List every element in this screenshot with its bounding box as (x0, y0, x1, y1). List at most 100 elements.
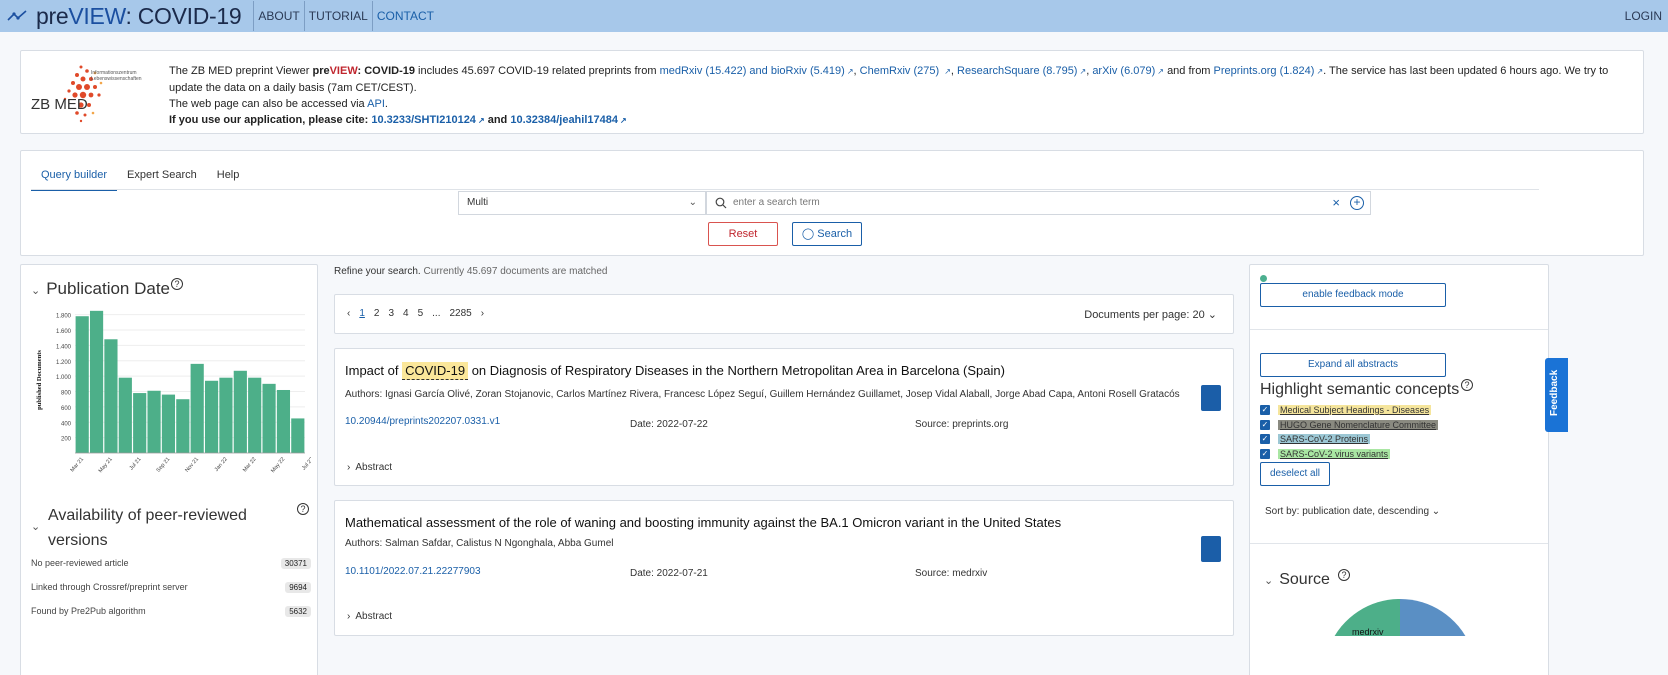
cite-doi-2-link[interactable]: 10.32384/jeahil17484 (510, 114, 618, 126)
document-title[interactable]: Mathematical assessment of the role of w… (345, 515, 1061, 530)
search-panel: Query builder Expert Search Help Multi ⌄… (20, 150, 1644, 256)
concept-checkbox-hugo[interactable]: ✓ HUGO Gene Nomenclature Committee (1260, 418, 1439, 431)
y-tick-label: 200 (61, 437, 72, 443)
bar (276, 389, 291, 453)
checkbox-checked-icon[interactable]: ✓ (1260, 433, 1270, 444)
checkbox-checked-icon[interactable]: ✓ (1260, 404, 1270, 415)
y-tick-label: 1.600 (56, 329, 72, 335)
document-authors: Authors: Ignasi García Olivé, Zoran Stoj… (345, 389, 1180, 400)
top-navbar: preVIEW: COVID-19 ABOUT TUTORIAL CONTACT… (0, 0, 1668, 32)
arxiv-link[interactable]: arXiv (6.079) (1092, 65, 1155, 77)
abstract-toggle[interactable]: › Abstract (347, 462, 392, 473)
login-link[interactable]: LOGIN (1625, 0, 1662, 32)
concept-checkbox-proteins[interactable]: ✓ SARS-CoV-2 Proteins (1260, 432, 1371, 445)
nav-about[interactable]: ABOUT (253, 1, 303, 31)
add-term-icon[interactable]: + (1350, 196, 1364, 210)
sort-select[interactable]: Sort by: publication date, descending ⌄ (1265, 506, 1440, 517)
highlighted-concept[interactable]: COVID-19 (402, 362, 469, 380)
y-tick-label: 1.400 (56, 344, 72, 350)
zbmed-dots-icon: ZB MED Informationszentrum Lebenswissens… (31, 65, 142, 123)
help-icon[interactable]: ? (1338, 569, 1350, 581)
reset-button[interactable]: Reset (708, 222, 778, 246)
bar (190, 363, 204, 453)
pie-slice-other (1400, 598, 1466, 636)
concept-checkbox-mesh[interactable]: ✓ Medical Subject Headings - Diseases (1260, 403, 1432, 416)
cite-doi-1-link[interactable]: 10.3233/SHTI210124 (371, 114, 476, 126)
x-tick-label: May 21 (98, 456, 114, 474)
checkbox-checked-icon[interactable]: ✓ (1260, 448, 1270, 459)
peer-row-none[interactable]: No peer-reviewed article 30371 (31, 558, 311, 574)
page-4[interactable]: 4 (403, 308, 409, 319)
medrxiv-link[interactable]: medRxiv (15.422) and bioRxiv (5.419) (660, 65, 845, 77)
count-badge: 5632 (285, 606, 311, 617)
page-1[interactable]: 1 (359, 308, 365, 319)
next-page-icon[interactable]: › (481, 308, 484, 319)
document-doi-link[interactable]: 10.20944/preprints202207.0331.v1 (345, 416, 500, 427)
checkbox-checked-icon[interactable]: ✓ (1260, 419, 1270, 430)
tab-help[interactable]: Help (207, 165, 250, 191)
feedback-tab[interactable]: Feedback (1545, 358, 1568, 432)
pdf-icon[interactable] (1201, 536, 1221, 562)
peer-row-pre2pub[interactable]: Found by Pre2Pub algorithm 5632 (31, 606, 311, 622)
document-doi-link[interactable]: 10.1101/2022.07.21.22277903 (345, 566, 481, 577)
x-tick-label: Jan 22 (214, 456, 229, 473)
page-5[interactable]: 5 (418, 308, 424, 319)
bar (262, 383, 276, 453)
enable-feedback-button[interactable]: enable feedback mode (1260, 283, 1446, 307)
document-title[interactable]: Impact of COVID-19 on Diagnosis of Respi… (345, 362, 1005, 380)
page-2[interactable]: 2 (374, 308, 380, 319)
page-last[interactable]: 2285 (450, 308, 472, 319)
search-icon (715, 197, 727, 209)
api-link[interactable]: API (367, 98, 385, 110)
brand-title[interactable]: preVIEW: COVID-19 (36, 3, 242, 30)
search-input[interactable]: enter a search term × + (706, 191, 1371, 215)
help-icon[interactable]: ? (297, 503, 309, 515)
help-icon[interactable]: ? (1461, 379, 1473, 391)
chemrxiv-link[interactable]: ChemRxiv (275) (860, 65, 939, 77)
divider (1250, 543, 1548, 544)
y-tick-label: 800 (61, 391, 72, 397)
peer-row-crossref[interactable]: Linked through Crossref/preprint server 9… (31, 582, 311, 598)
x-tick-label: Jul 21 (129, 456, 143, 471)
svg-text:Lebenswissenschaften: Lebenswissenschaften (91, 76, 142, 82)
prev-page-icon[interactable]: ‹ (347, 308, 350, 319)
expand-abstracts-button[interactable]: Expand all abstracts (1260, 353, 1446, 377)
options-panel: enable feedback mode Expand all abstract… (1249, 264, 1549, 675)
concept-checkbox-variants[interactable]: ✓ SARS-CoV-2 virus variants (1260, 447, 1391, 460)
highlight-title: Highlight semantic concepts (1260, 381, 1460, 398)
nav-contact[interactable]: CONTACT (371, 1, 438, 31)
tab-expert-search[interactable]: Expert Search (117, 165, 207, 191)
clear-icon[interactable]: × (1332, 192, 1340, 214)
facet-panel: ⌄ Publication Date ? 200 400 600 800 1.000 1.2… (20, 264, 318, 675)
page-3[interactable]: 3 (388, 308, 394, 319)
preprints-link[interactable]: Preprints.org (1.824) (1214, 65, 1315, 77)
bar (161, 394, 176, 453)
search-icon: ◯ (801, 228, 815, 240)
y-tick-label: 1.800 (56, 314, 72, 320)
bar (291, 418, 305, 453)
per-page-select[interactable]: Documents per page: 20 ⌄ (1084, 308, 1217, 321)
help-icon[interactable]: ? (171, 278, 183, 290)
x-tick-label: Jul 22 (301, 456, 311, 471)
chevron-right-icon: › (347, 611, 351, 622)
document-card: Mathematical assessment of the role of w… (334, 500, 1234, 636)
x-tick-label: Mar 22 (242, 456, 258, 473)
field-select[interactable]: Multi ⌄ (458, 191, 706, 215)
pdf-icon[interactable] (1201, 385, 1221, 411)
deselect-all-button[interactable]: deselect all (1260, 462, 1330, 486)
chevron-down-icon: ⌄ (688, 197, 697, 208)
search-button[interactable]: ◯ Search (792, 222, 862, 246)
search-placeholder: enter a search term (733, 197, 820, 208)
researchsquare-link[interactable]: ResearchSquare (8.795) (957, 65, 1077, 77)
bar (176, 399, 190, 453)
nav-tutorial[interactable]: TUTORIAL (303, 1, 372, 31)
bar (104, 339, 118, 453)
pagination-bar: ‹ 1 2 3 4 5 ... 2285 › Documents per pag… (334, 294, 1234, 334)
publication-date-title[interactable]: ⌄ Publication Date (31, 279, 170, 299)
y-tick-label: 400 (61, 421, 72, 427)
document-source: Source: preprints.org (915, 419, 1009, 430)
abstract-toggle[interactable]: › Abstract (347, 611, 392, 622)
tab-query-builder[interactable]: Query builder (31, 165, 118, 191)
source-title[interactable]: ⌄ Source (1264, 571, 1330, 589)
peer-review-title[interactable]: ⌄ Availability of peer-reviewed versions (31, 503, 247, 553)
